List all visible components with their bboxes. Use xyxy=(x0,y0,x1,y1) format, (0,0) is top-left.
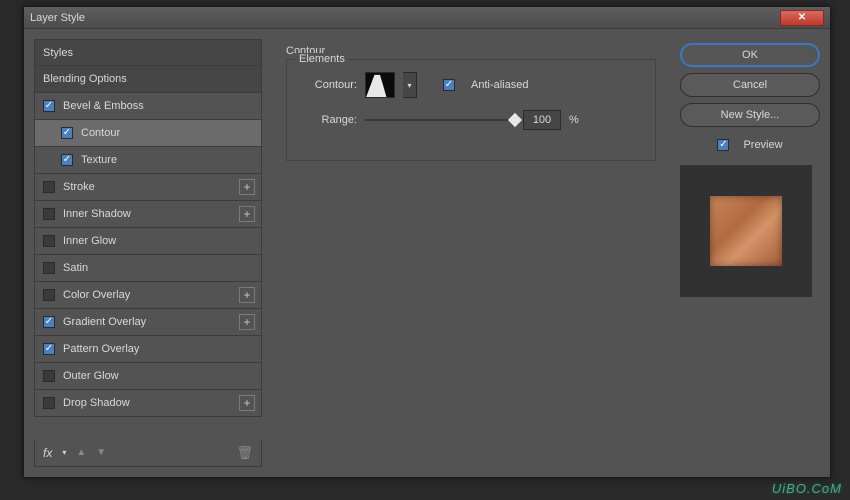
effect-checkbox[interactable] xyxy=(43,262,55,274)
action-column: OK Cancel New Style... Preview xyxy=(680,39,820,467)
new-style-button[interactable]: New Style... xyxy=(680,103,820,127)
sidebar-item-label: Outer Glow xyxy=(63,370,119,382)
fx-menu[interactable]: fx xyxy=(43,446,52,460)
effect-checkbox[interactable] xyxy=(43,235,55,247)
sidebar-item-label: Inner Shadow xyxy=(63,208,131,220)
range-input[interactable]: 100 xyxy=(523,110,561,130)
add-effect-icon[interactable]: + xyxy=(239,179,255,195)
sidebar-item-pattern-overlay[interactable]: Pattern Overlay xyxy=(34,336,262,363)
sidebar-item-outer-glow[interactable]: Outer Glow xyxy=(34,363,262,390)
antialiased-label: Anti-aliased xyxy=(471,79,528,91)
sidebar-item-inner-glow[interactable]: Inner Glow xyxy=(34,228,262,255)
trash-icon[interactable]: 🗑 xyxy=(236,445,253,461)
effects-sidebar: Styles Blending Options Bevel & Emboss Cont… xyxy=(34,39,262,467)
sidebar-item-label: Inner Glow xyxy=(63,235,116,247)
contour-label: Contour: xyxy=(301,79,357,91)
sidebar-item-bevel-emboss[interactable]: Bevel & Emboss xyxy=(34,93,262,120)
range-label: Range: xyxy=(301,114,357,126)
preview-checkbox[interactable] xyxy=(717,139,729,151)
sidebar-item-label: Pattern Overlay xyxy=(63,343,139,355)
move-up-icon[interactable]: ▲ xyxy=(76,447,86,458)
contour-picker[interactable] xyxy=(365,72,395,98)
sidebar-item-contour[interactable]: Contour xyxy=(34,120,262,147)
add-effect-icon[interactable]: + xyxy=(239,314,255,330)
effect-checkbox[interactable] xyxy=(43,289,55,301)
contour-dropdown-icon[interactable]: ▾ xyxy=(403,72,417,98)
sidebar-item-inner-shadow[interactable]: Inner Shadow + xyxy=(34,201,262,228)
effect-checkbox[interactable] xyxy=(43,316,55,328)
range-suffix: % xyxy=(569,114,579,126)
sidebar-item-label: Bevel & Emboss xyxy=(63,100,144,112)
elements-group: Elements Contour: ▾ Anti-aliased Range: xyxy=(286,59,656,161)
ok-button[interactable]: OK xyxy=(680,43,820,67)
effect-checkbox[interactable] xyxy=(43,181,55,193)
range-slider[interactable] xyxy=(365,113,515,127)
sidebar-item-color-overlay[interactable]: Color Overlay + xyxy=(34,282,262,309)
antialiased-checkbox[interactable] xyxy=(443,79,455,91)
titlebar[interactable]: Layer Style ✕ xyxy=(24,7,830,29)
group-title: Elements xyxy=(295,53,349,65)
sidebar-item-texture[interactable]: Texture xyxy=(34,147,262,174)
sidebar-item-label: Satin xyxy=(63,262,88,274)
add-effect-icon[interactable]: + xyxy=(239,287,255,303)
sidebar-item-styles[interactable]: Styles xyxy=(34,39,262,66)
sidebar-item-label: Drop Shadow xyxy=(63,397,130,409)
effect-checkbox[interactable] xyxy=(43,343,55,355)
window-title: Layer Style xyxy=(30,12,780,24)
effect-checkbox[interactable] xyxy=(43,370,55,382)
sidebar-item-label: Texture xyxy=(81,154,117,166)
preview-box xyxy=(680,165,812,297)
layer-style-dialog: Layer Style ✕ Styles Blending Options Beve… xyxy=(23,6,831,478)
sidebar-item-label: Gradient Overlay xyxy=(63,316,146,328)
close-button[interactable]: ✕ xyxy=(780,10,824,26)
sidebar-item-label: Color Overlay xyxy=(63,289,130,301)
sidebar-item-blending-options[interactable]: Blending Options xyxy=(34,66,262,93)
sidebar-item-label: Stroke xyxy=(63,181,95,193)
sidebar-item-label: Blending Options xyxy=(43,73,127,85)
effect-checkbox[interactable] xyxy=(61,127,73,139)
sidebar-item-satin[interactable]: Satin xyxy=(34,255,262,282)
move-down-icon[interactable]: ▼ xyxy=(96,447,106,458)
sidebar-item-drop-shadow[interactable]: Drop Shadow + xyxy=(34,390,262,417)
fx-dropdown-icon[interactable]: ▾ xyxy=(62,448,66,457)
preview-swatch xyxy=(710,196,782,266)
effect-checkbox[interactable] xyxy=(43,397,55,409)
preview-label: Preview xyxy=(743,139,782,151)
effect-checkbox[interactable] xyxy=(43,208,55,220)
sidebar-item-gradient-overlay[interactable]: Gradient Overlay + xyxy=(34,309,262,336)
sidebar-item-stroke[interactable]: Stroke + xyxy=(34,174,262,201)
add-effect-icon[interactable]: + xyxy=(239,395,255,411)
add-effect-icon[interactable]: + xyxy=(239,206,255,222)
sidebar-item-label: Contour xyxy=(81,127,120,139)
watermark: UiBO.CoM xyxy=(772,481,842,496)
sidebar-footer: fx ▾ ▲ ▼ 🗑 xyxy=(34,439,262,467)
settings-panel: Contour Elements Contour: ▾ Anti-aliased… xyxy=(272,39,670,467)
sidebar-item-label: Styles xyxy=(43,47,73,59)
effect-checkbox[interactable] xyxy=(61,154,73,166)
cancel-button[interactable]: Cancel xyxy=(680,73,820,97)
effect-checkbox[interactable] xyxy=(43,100,55,112)
